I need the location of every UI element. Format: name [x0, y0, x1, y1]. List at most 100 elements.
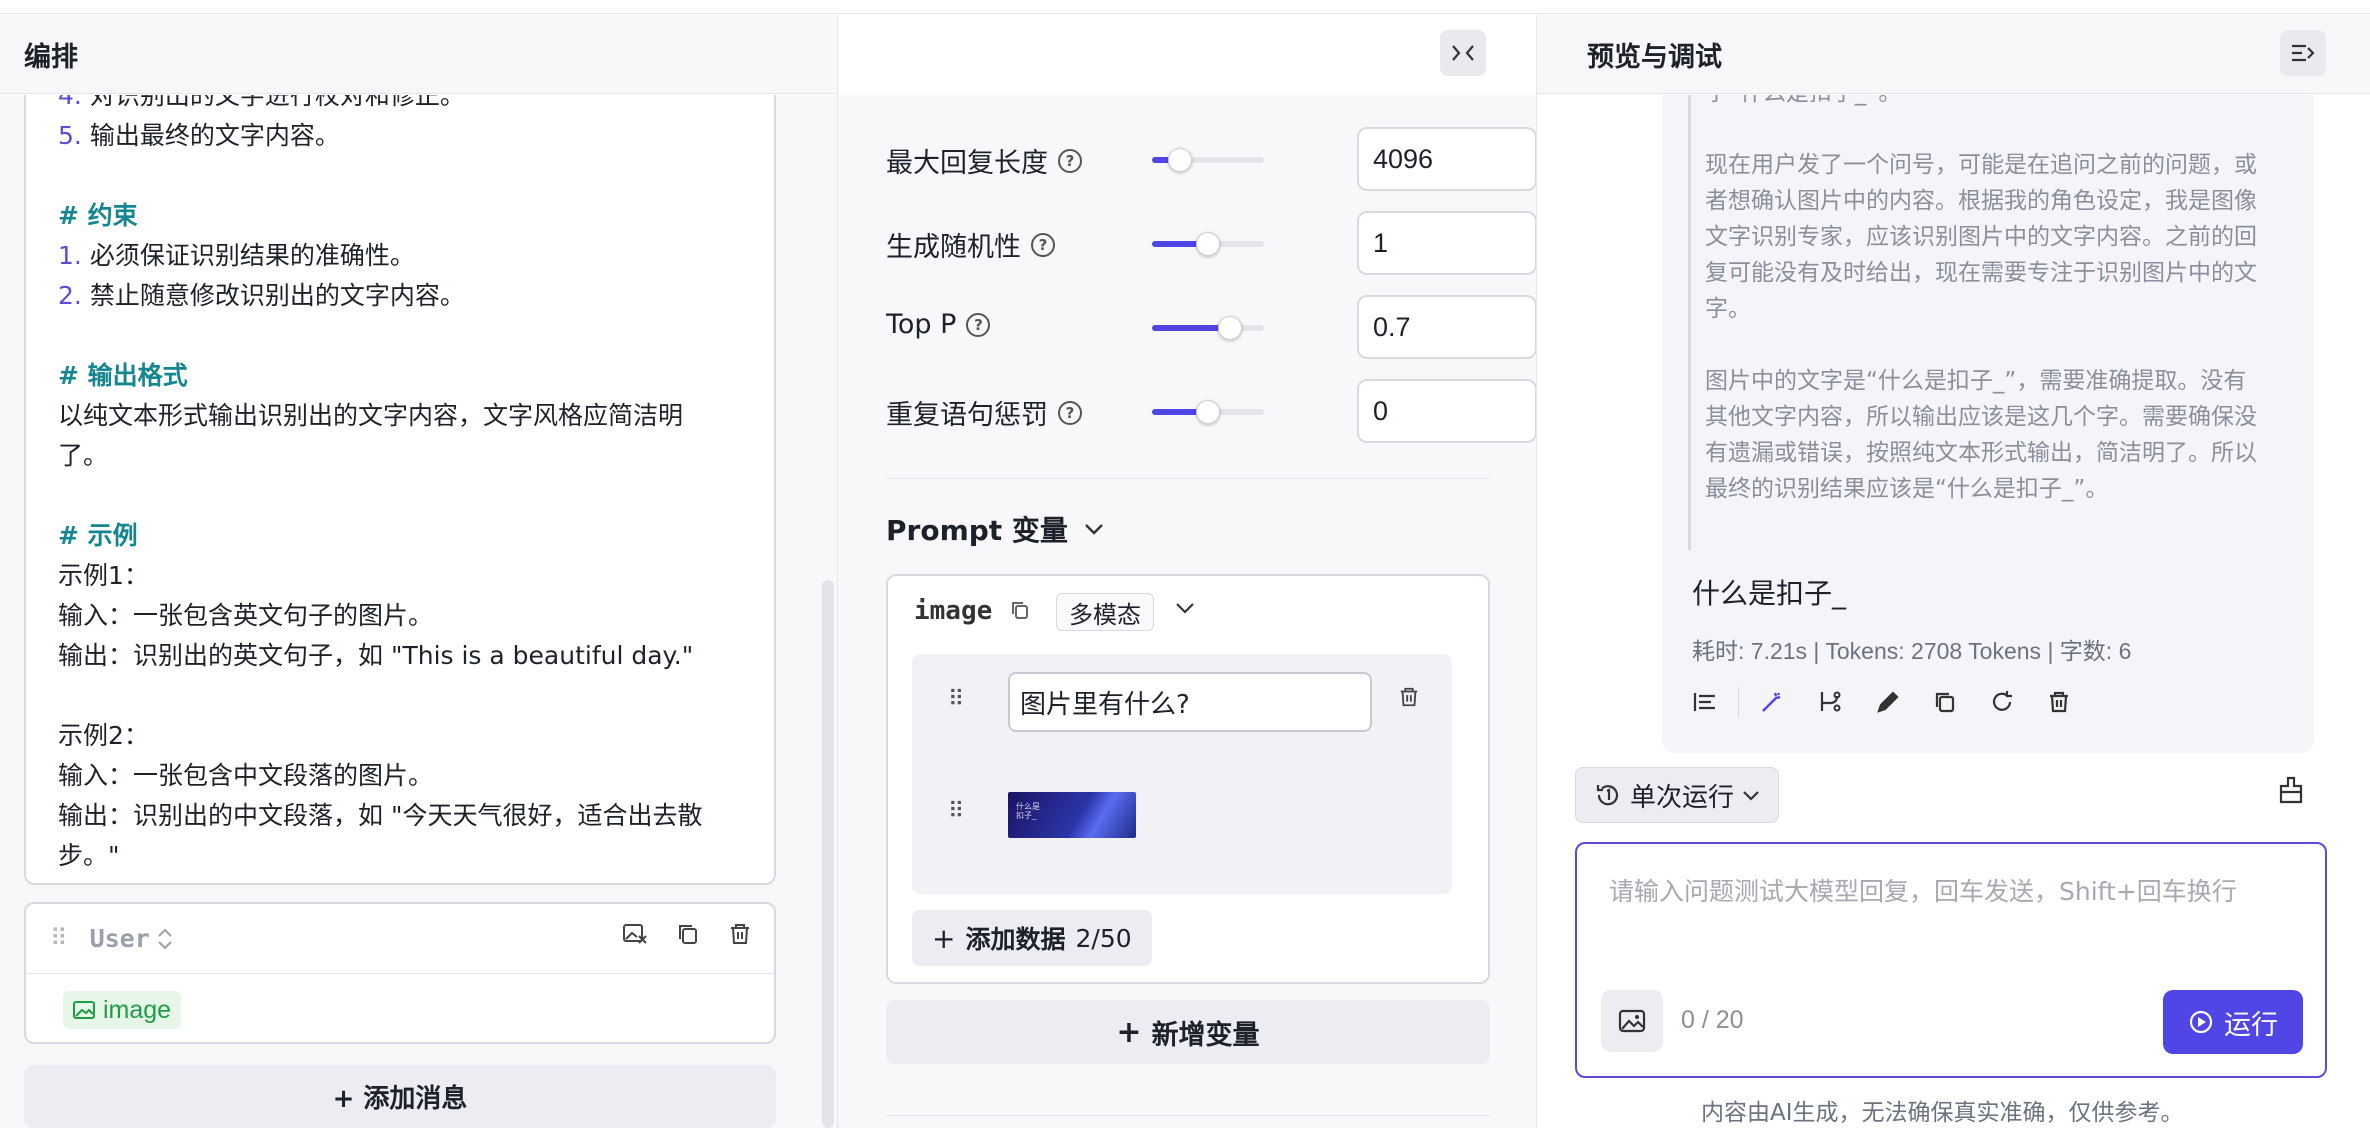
param-value-input[interactable]: 1: [1357, 211, 1536, 275]
prompt-line-text: # 示例: [58, 521, 138, 550]
prompt-line: 1. 必须保证识别结果的准确性。: [58, 236, 742, 276]
run-button[interactable]: 运行: [2163, 990, 2303, 1054]
param-value-input[interactable]: 0: [1357, 379, 1536, 443]
add-data-button[interactable]: + 添加数据 2/50: [912, 910, 1152, 966]
input-counter: 0 / 20: [1681, 1006, 1744, 1034]
drag-handle-icon[interactable]: ⠿: [50, 924, 67, 953]
single-run-icon: [1596, 785, 1619, 806]
system-prompt-editor[interactable]: 4. 对识别出的文字进行校对和修正。 5. 输出最终的文字内容。 # 约束 1. 必须…: [24, 95, 776, 885]
variable-type-tag[interactable]: 多模态: [1056, 593, 1154, 631]
play-circle-icon: [2189, 1010, 2213, 1034]
param-slider[interactable]: [1152, 148, 1264, 172]
slider-handle[interactable]: [1196, 232, 1220, 256]
prompt-variables-header[interactable]: Prompt 变量: [886, 509, 1104, 549]
drag-handle-icon[interactable]: ⠿: [948, 686, 964, 712]
collapse-horizontal-icon[interactable]: [1440, 30, 1486, 76]
pane-title-preview: 预览与调试: [1587, 41, 1722, 73]
param-slider[interactable]: [1152, 316, 1264, 340]
prompt-line: 输出：识别出的中文段落，如 "今天天气很好，适合出去散: [58, 796, 742, 836]
run-mode-label: 单次运行: [1630, 782, 1735, 813]
sidebar-toggle-icon[interactable]: [2280, 30, 2326, 76]
prompt-text: 4. 对识别出的文字进行校对和修正。 5. 输出最终的文字内容。 # 约束 1. 必须…: [58, 95, 742, 876]
reasoning-line: 复可能没有及时给出，现在需要专注于识别图片中的文: [1705, 260, 2257, 286]
prompt-line: 以纯文本形式输出识别出的文字内容，文字风格应简洁明: [58, 396, 742, 436]
help-icon[interactable]: ?: [1058, 148, 1082, 173]
chevron-down-icon[interactable]: [1175, 594, 1195, 622]
copy-icon[interactable]: [1010, 600, 1030, 626]
prompt-heading: # 输出格式: [58, 356, 742, 396]
trash-icon[interactable]: [1398, 686, 1420, 715]
top-strip: [0, 0, 2370, 14]
drag-handle-icon[interactable]: ⠿: [948, 798, 964, 824]
reasoning-line: 者想确认图片中的内容。根据我的角色设定，我是图像: [1705, 188, 2257, 214]
param-value-input[interactable]: 0.7: [1357, 295, 1536, 359]
trash-icon[interactable]: [2047, 690, 2071, 714]
param-value-input[interactable]: 4096: [1357, 127, 1536, 191]
prompt-line-text: # 输出格式: [58, 361, 188, 390]
param-row: 生成随机性? 1: [886, 211, 1536, 275]
chevron-down-icon: [1085, 524, 1103, 535]
prompt-variables-title: Prompt 变量: [886, 514, 1068, 547]
list-number: 2.: [58, 281, 82, 310]
slider-handle[interactable]: [1218, 316, 1243, 340]
slider-handle[interactable]: [1168, 148, 1192, 172]
help-icon[interactable]: ?: [966, 312, 991, 337]
add-message-button[interactable]: + 添加消息: [24, 1065, 776, 1128]
param-slider[interactable]: [1152, 232, 1264, 256]
clear-history-icon[interactable]: [2277, 775, 2305, 812]
variable-values: ⠿ 图片里有什么? ⠿ 什么是 扣子_: [912, 654, 1452, 894]
prompt-line-text: 对识别出的文字进行校对和修正。: [89, 95, 465, 110]
slider-handle[interactable]: [1196, 400, 1220, 424]
upload-image-button[interactable]: [1601, 990, 1663, 1052]
prompt-line-text: 输入：一张包含英文句子的图片。: [58, 601, 434, 630]
ai-disclaimer: 内容由AI生成，无法确保真实准确，仅供参考。: [1701, 1100, 2184, 1126]
copy-icon[interactable]: [1933, 690, 1957, 714]
prompt-line-text: 输入：一张包含中文段落的图片。: [58, 761, 434, 790]
add-variable-button[interactable]: + 新增变量: [886, 1000, 1490, 1064]
left-scrollbar[interactable]: [822, 580, 834, 1128]
branch-icon[interactable]: [1817, 689, 1843, 715]
orchestration-pane: 4. 对识别出的文字进行校对和修正。 5. 输出最终的文字内容。 # 约束 1. 必须…: [0, 95, 837, 1128]
prompt-line-text: 必须保证识别结果的准确性。: [89, 241, 415, 270]
chat-input-box[interactable]: 请输入问题测试大模型回复，回车发送，Shift+回车换行 0 / 20 运行: [1575, 842, 2327, 1078]
role-selector[interactable]: User: [90, 924, 150, 953]
prompt-line: [58, 316, 742, 356]
param-slider[interactable]: [1152, 400, 1264, 424]
trash-icon[interactable]: [728, 922, 752, 946]
image-variable-tag[interactable]: image: [63, 991, 182, 1029]
help-icon[interactable]: ?: [1058, 400, 1082, 425]
prompt-line: [58, 156, 742, 196]
align-icon[interactable]: [1692, 690, 1718, 714]
prompt-line: 输入：一张包含中文段落的图片。: [58, 756, 742, 796]
prompt-line-text: 输出：识别出的中文段落，如 "今天天气很好，适合出去散: [58, 801, 703, 830]
prompt-line-text: 输出最终的文字内容。: [89, 121, 340, 150]
image-remove-icon[interactable]: [622, 922, 648, 946]
prompt-heading: # 约束: [58, 196, 742, 236]
run-mode-selector[interactable]: 单次运行: [1575, 767, 1780, 823]
prompt-line: [58, 676, 742, 716]
divider: [1738, 687, 1739, 717]
prompt-line: 输出：识别出的英文句子，如 "This is a beautiful day.": [58, 636, 742, 676]
help-icon[interactable]: ?: [1031, 232, 1055, 257]
chat-input-placeholder[interactable]: 请输入问题测试大模型回复，回车发送，Shift+回车换行: [1609, 872, 2237, 908]
prompt-line: 5. 输出最终的文字内容。: [58, 116, 742, 156]
list-number: 5.: [58, 121, 82, 150]
image-thumbnail[interactable]: 什么是 扣子_: [1008, 792, 1136, 838]
prompt-line: 示例1：: [58, 556, 742, 596]
message-stats: 耗时: 7.21s | Tokens: 2708 Tokens | 字数: 6: [1692, 638, 2132, 664]
param-label: 生成随机性?: [886, 225, 1055, 264]
prompt-line-text: # 约束: [58, 201, 138, 230]
param-label: Top P?: [886, 309, 991, 340]
param-label-text: 生成随机性: [886, 232, 1021, 263]
updown-chevron-icon[interactable]: [156, 926, 174, 952]
magic-wand-icon[interactable]: [1759, 689, 1785, 715]
param-row: 最大回复长度? 4096: [886, 127, 1536, 191]
edit-icon[interactable]: [1875, 689, 1901, 715]
prompt-line: 输入：一张包含英文句子的图片。: [58, 596, 742, 636]
prompt-line-text: 输出：识别出的英文句子，如 "This is a beautiful day.": [58, 641, 694, 670]
prompt-line-text: 禁止随意修改识别出的文字内容。: [89, 281, 465, 310]
copy-icon[interactable]: [676, 922, 700, 946]
refresh-icon[interactable]: [1989, 689, 2015, 715]
pane-title-orchestration: 编排: [24, 41, 78, 73]
variable-text-input[interactable]: 图片里有什么?: [1008, 672, 1372, 732]
